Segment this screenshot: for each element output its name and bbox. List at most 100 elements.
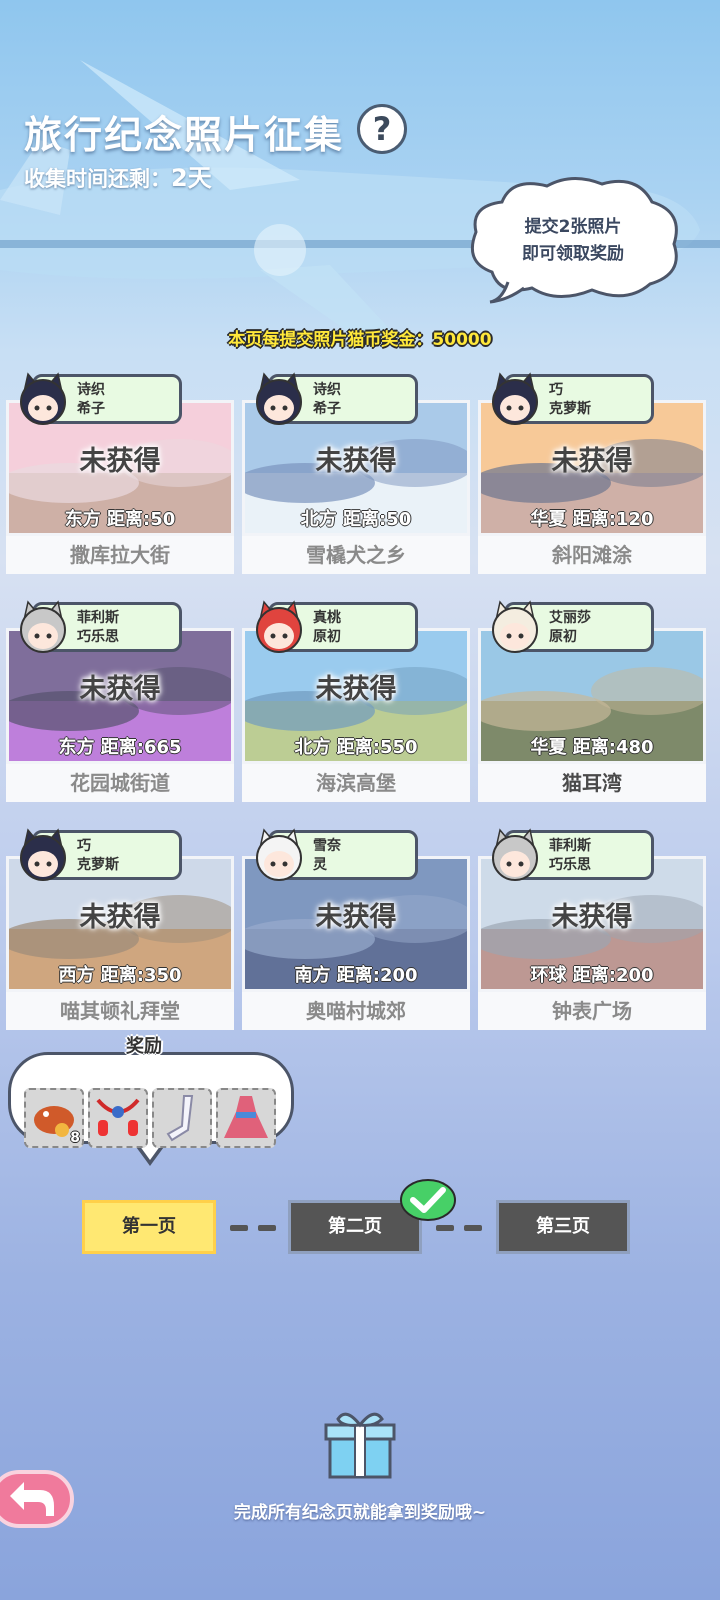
tab-connector xyxy=(230,1225,248,1231)
character-avatar xyxy=(256,828,302,881)
tab-page-1[interactable]: 第一页 xyxy=(82,1200,216,1254)
photo-distance: 环球 距离:200 xyxy=(481,961,703,987)
photo-distance-value: 距离:200 xyxy=(572,965,654,986)
page-title: 旅行纪念照片征集 xyxy=(24,113,345,157)
reward-item-count: 8 xyxy=(70,1130,80,1146)
submit-hint: 提交2张照片 即可领取奖励 xyxy=(478,214,668,268)
time-remaining: 收集时间还剩：2天 xyxy=(24,158,212,193)
question-icon[interactable]: ? xyxy=(357,104,407,154)
character-avatar xyxy=(20,828,66,881)
photo-card[interactable]: 华夏 距离:480 猫耳湾 艾丽莎原初 xyxy=(478,598,706,808)
character-name-line1: 巧 xyxy=(549,382,563,398)
character-name-line1: 菲利斯 xyxy=(549,838,591,854)
photo-status: 未获得 xyxy=(315,446,397,477)
gift-icon[interactable] xyxy=(324,1405,396,1481)
character-avatar xyxy=(256,372,302,425)
photo-location: 花园城街道 xyxy=(6,764,234,802)
photo-location: 奥喵村城郊 xyxy=(242,992,470,1030)
photo-status: 未获得 xyxy=(79,674,161,705)
photo-location: 喵其顿礼拜堂 xyxy=(6,992,234,1030)
photo-status: 未获得 xyxy=(315,902,397,933)
completion-hint: 完成所有纪念页就能拿到奖励哦~ xyxy=(233,1503,487,1523)
submit-hint-line2: 即可领取奖励 xyxy=(522,244,624,264)
character-name-line1: 巧 xyxy=(77,838,91,854)
character-name-line1: 诗织 xyxy=(313,382,341,398)
photo-distance-value: 距离:120 xyxy=(572,509,654,530)
photo-distance: 西方 距离:350 xyxy=(9,961,231,987)
photo-direction: 华夏 xyxy=(530,737,567,758)
photo-status: 未获得 xyxy=(551,446,633,477)
photo-card[interactable]: 未获得 西方 距离:350 喵其顿礼拜堂 巧克萝斯 xyxy=(6,826,234,1036)
check-icon xyxy=(400,1179,456,1221)
character-name-line2: 原初 xyxy=(549,629,577,645)
reward-label: 奖励 xyxy=(126,1036,162,1057)
character-name-line2: 巧乐思 xyxy=(549,857,591,873)
photo-direction: 西方 xyxy=(58,965,95,986)
photo-location: 雪橇犬之乡 xyxy=(242,536,470,574)
character-name-line1: 雪奈 xyxy=(313,838,341,854)
photo-location: 撒库拉大街 xyxy=(6,536,234,574)
reward-item-dress[interactable] xyxy=(216,1088,276,1148)
character-avatar xyxy=(256,600,302,653)
photo-status: 未获得 xyxy=(315,674,397,705)
photo-distance: 东方 距离:665 xyxy=(9,733,231,759)
photo-location: 斜阳滩涂 xyxy=(478,536,706,574)
character-name-line2: 灵 xyxy=(313,857,327,873)
photo-direction: 环球 xyxy=(530,965,567,986)
photo-direction: 南方 xyxy=(294,965,331,986)
photo-distance-value: 距离:550 xyxy=(336,737,418,758)
photo-direction: 北方 xyxy=(300,509,337,530)
photo-direction: 东方 xyxy=(64,509,101,530)
photo-distance-value: 距离:50 xyxy=(107,509,176,530)
dress-icon xyxy=(224,1096,268,1138)
character-name-line2: 希子 xyxy=(313,401,341,417)
character-name-line1: 真桃 xyxy=(313,610,341,626)
character-name-line2: 克萝斯 xyxy=(77,857,119,873)
character-name-line1: 艾丽莎 xyxy=(549,610,591,626)
photo-distance-value: 距离:665 xyxy=(100,737,182,758)
back-button[interactable] xyxy=(0,1470,74,1528)
photo-card[interactable]: 未获得东方 距离:665 花园城街道 菲利斯巧乐思 xyxy=(6,598,234,808)
character-avatar xyxy=(492,828,538,881)
photo-direction: 北方 xyxy=(294,737,331,758)
character-avatar xyxy=(492,372,538,425)
photo-status: 未获得 xyxy=(551,902,633,933)
character-name-line2: 巧乐思 xyxy=(77,629,119,645)
photo-card[interactable]: 未获得 东方 距离:50 撒库拉大街 诗织 希子 xyxy=(6,370,234,580)
character-avatar xyxy=(492,600,538,653)
photo-distance-value: 距离:480 xyxy=(572,737,654,758)
photo-distance-value: 距离:50 xyxy=(343,509,412,530)
photo-card[interactable]: 未获得南方 距离:200 奥喵村城郊 雪奈灵 xyxy=(242,826,470,1036)
reward-item-catfish[interactable]: 8 xyxy=(24,1088,84,1148)
photo-distance: 南方 距离:200 xyxy=(245,961,467,987)
character-avatar xyxy=(20,600,66,653)
reward-item-stockings[interactable] xyxy=(152,1088,212,1148)
photo-location: 猫耳湾 xyxy=(478,764,706,802)
back-arrow-icon xyxy=(10,1482,54,1516)
tab-connector xyxy=(436,1225,454,1231)
stockings-icon xyxy=(166,1095,194,1142)
photo-card[interactable]: 未获得北方 距离:50 雪橇犬之乡 诗织希子 xyxy=(242,370,470,580)
photo-distance: 北方 距离:550 xyxy=(245,733,467,759)
photo-direction: 东方 xyxy=(58,737,95,758)
photo-card[interactable]: 未获得环球 距离:200 钟表广场 菲利斯巧乐思 xyxy=(478,826,706,1036)
character-name-line2: 希子 xyxy=(77,401,105,417)
character-name-line1: 菲利斯 xyxy=(77,610,119,626)
character-avatar xyxy=(20,372,66,425)
photo-card[interactable]: 未获得 北方 距离:550 海滨高堡 真桃 原初 xyxy=(242,598,470,808)
coin-bonus-text: 本页每提交照片猫币奖金：50000 xyxy=(228,330,492,350)
reward-item-lantern[interactable] xyxy=(88,1088,148,1148)
character-name-line1: 诗织 xyxy=(77,382,105,398)
photo-distance: 北方 距离:50 xyxy=(245,505,467,531)
photo-distance-value: 距离:200 xyxy=(336,965,418,986)
tab-connector xyxy=(258,1225,276,1231)
photo-distance: 华夏 距离:120 xyxy=(481,505,703,531)
tab-page-3[interactable]: 第三页 xyxy=(496,1200,630,1254)
photo-location: 钟表广场 xyxy=(478,992,706,1030)
photo-distance: 东方 距离:50 xyxy=(9,505,231,531)
character-name-line2: 克萝斯 xyxy=(549,401,591,417)
lantern-necklace-icon xyxy=(96,1098,140,1136)
photo-card[interactable]: 未获得华夏 距离:120 斜阳滩涂 巧克萝斯 xyxy=(478,370,706,580)
time-remaining-label: 收集时间还剩： xyxy=(24,167,171,191)
tab-connector xyxy=(464,1225,482,1231)
